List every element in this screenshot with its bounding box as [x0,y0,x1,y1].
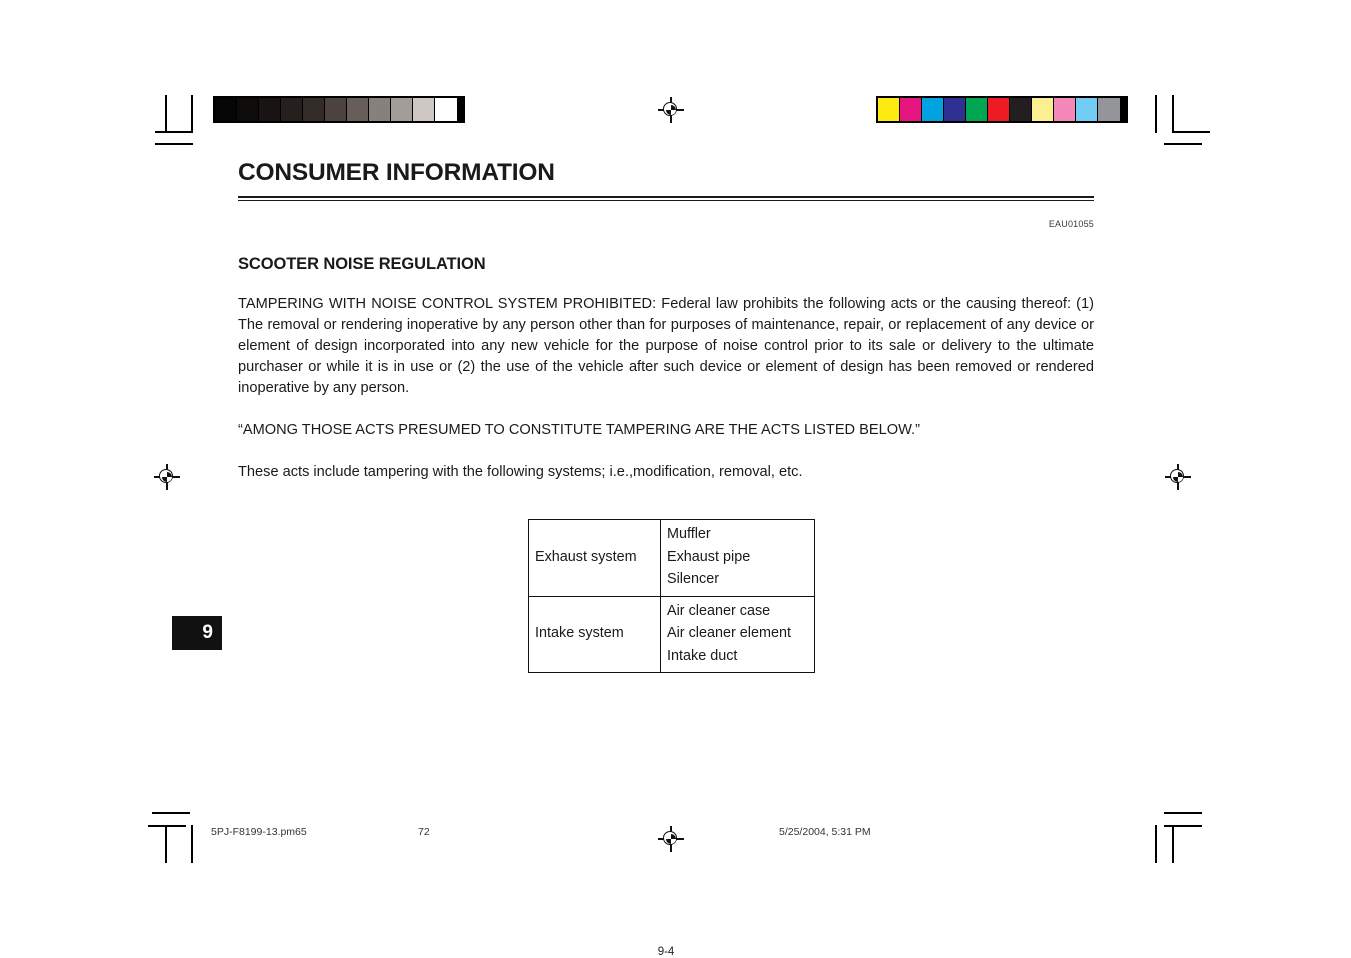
grayscale-calibration-strip [213,96,465,123]
document-page: { "document": { "title": "CONSUMER INFOR… [0,0,1351,958]
registration-target-bottom [658,826,684,852]
print-footer-sheet: 72 [418,826,430,838]
crop-mark-bottom-left-vertical [165,825,167,863]
color-swatch-10 [1098,98,1120,121]
registration-core [1173,472,1183,482]
crop-mark-bottom-right-vertical [1172,825,1174,863]
registration-target-left [154,464,180,490]
chapter-tab-marker: 9 [172,616,222,650]
crop-mark-bottom-right-horizontal [1164,825,1202,827]
system-parts-cell: Muffler Exhaust pipe Silencer [660,519,815,597]
crop-mark-top-left-horizontal [155,131,193,133]
affected-systems-table: Exhaust system Muffler Exhaust pipe Sile… [528,519,815,673]
crop-mark-top-right-vertical [1172,95,1174,133]
systems-table-body: Exhaust system Muffler Exhaust pipe Sile… [528,519,815,673]
grayscale-swatch-6 [347,98,369,121]
system-parts-cell: Air cleaner case Air cleaner element Int… [660,595,815,673]
crop-mark-top-right-bleed-horizontal [1164,143,1202,145]
print-footer-filename: 5PJ-F8199-13.pm65 [211,826,307,838]
table-row: Intake system Air cleaner case Air clean… [528,595,815,673]
crop-mark-bottom-left-bleed-horizontal [152,812,190,814]
registration-core [666,105,676,115]
crop-mark-bottom-left-horizontal [148,825,186,827]
grayscale-swatch-2 [259,98,281,121]
color-swatch-5 [988,98,1010,121]
crop-mark-top-left-vertical [165,95,167,133]
color-swatch-0 [878,98,900,121]
grayscale-swatch-5 [325,98,347,121]
reference-code: EAU01055 [1048,219,1094,229]
color-swatch-4 [966,98,988,121]
crop-mark-bottom-right-bleed-horizontal [1164,812,1202,814]
color-swatch-7 [1032,98,1054,121]
color-swatch-6 [1010,98,1032,121]
registration-core [162,472,172,482]
registration-core [666,834,676,844]
color-swatch-2 [922,98,944,121]
system-name-cell: Intake system [528,595,661,673]
system-name-cell: Exhaust system [528,519,661,597]
crop-mark-top-right-horizontal [1172,131,1210,133]
page-number: 9-4 [657,946,675,958]
grayscale-swatch-4 [303,98,325,121]
process-color-calibration-strip [876,96,1128,123]
page-content: CONSUMER INFORMATION EAU01055 SCOOTER NO… [238,159,1094,958]
grayscale-swatch-7 [369,98,391,121]
grayscale-swatch-10 [435,98,457,121]
section-heading: SCOOTER NOISE REGULATION [238,254,486,273]
crop-mark-top-left-bleed-vertical [191,95,193,133]
grayscale-swatch-0 [215,98,237,121]
color-swatch-8 [1054,98,1076,121]
crop-mark-top-right-bleed-vertical [1155,95,1157,133]
registration-target-right [1165,464,1191,490]
paragraph-affected-systems-intro: These acts include tampering with the fo… [238,463,803,480]
crop-mark-bottom-right-bleed-vertical [1155,825,1157,863]
grayscale-swatch-3 [281,98,303,121]
paragraph-tampering-prohibition: TAMPERING WITH NOISE CONTROL SYSTEM PROH… [238,295,1094,396]
grayscale-swatch-8 [391,98,413,121]
page-title: CONSUMER INFORMATION [238,159,555,186]
paragraph-quoted-notice: “AMONG THOSE ACTS PRESUMED TO CONSTITUTE… [238,421,920,438]
grayscale-swatch-1 [237,98,259,121]
crop-mark-bottom-left-bleed-vertical [191,825,193,863]
color-swatch-9 [1076,98,1098,121]
color-swatch-1 [900,98,922,121]
grayscale-swatch-9 [413,98,435,121]
print-footer-timestamp: 5/25/2004, 5:31 PM [779,826,871,838]
crop-mark-top-left-bleed-horizontal [155,143,193,145]
registration-target-top [658,97,684,123]
color-swatch-3 [944,98,966,121]
table-row: Exhaust system Muffler Exhaust pipe Sile… [528,519,815,597]
